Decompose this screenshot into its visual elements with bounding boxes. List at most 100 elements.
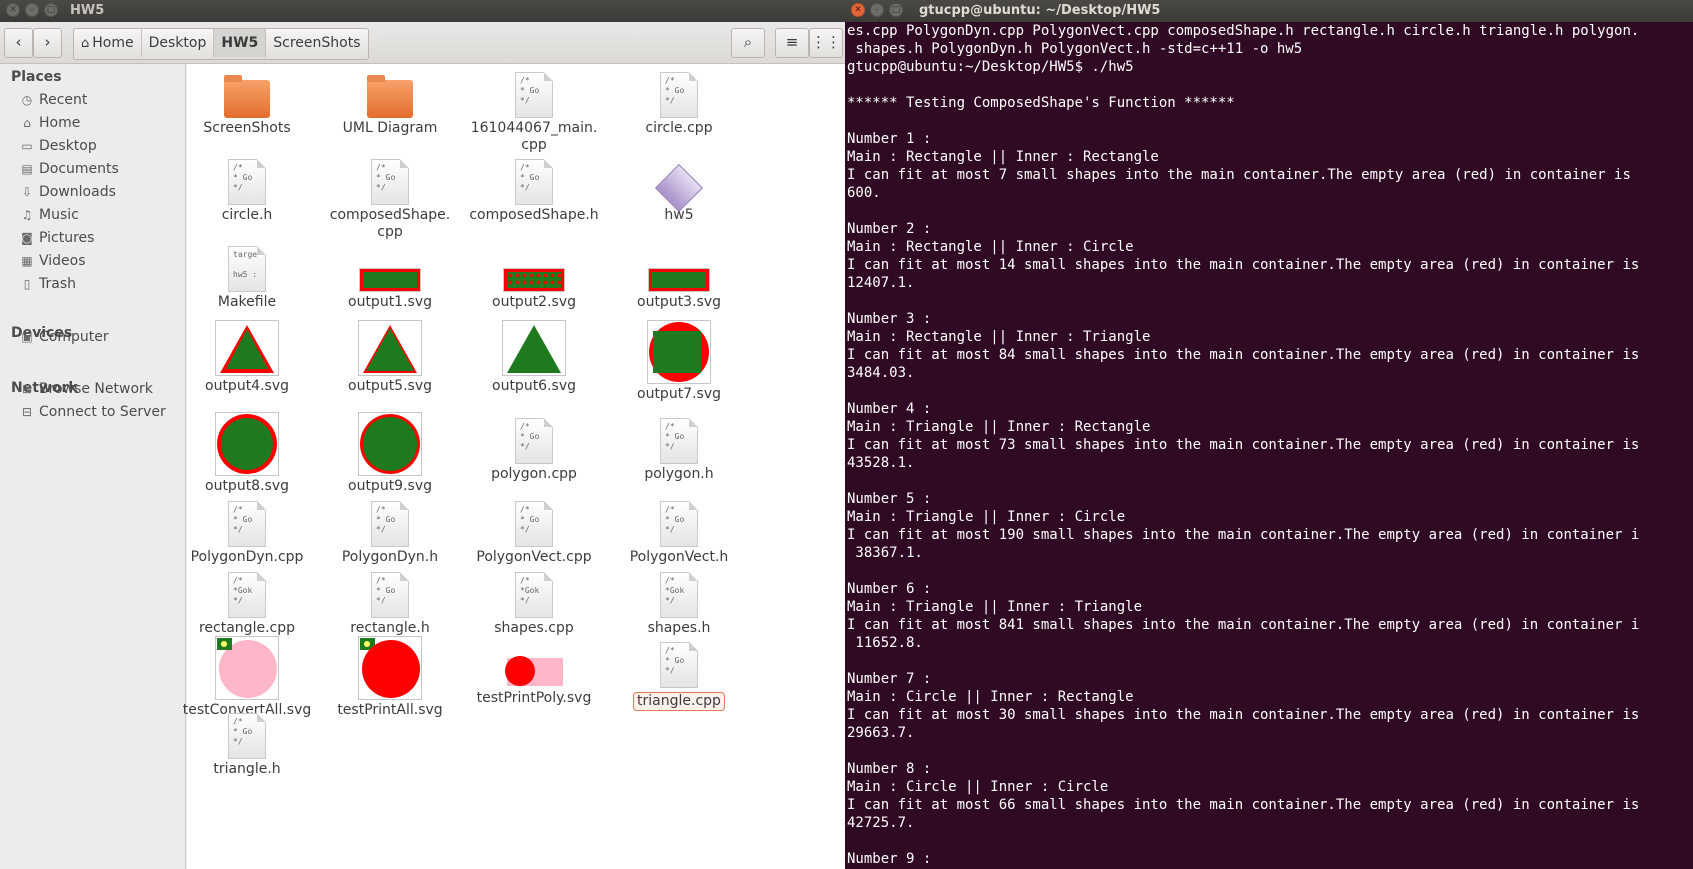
- list-view-button[interactable]: ≡: [775, 28, 809, 58]
- sidebar-item-label: Browse Network: [39, 381, 153, 397]
- file-item-circle-h[interactable]: /* * Go */ circle.h: [172, 153, 322, 224]
- file-item-composedshape-h[interactable]: /* * Go */ composedShape.h: [459, 153, 609, 224]
- file-item-screenshots[interactable]: ScreenShots: [172, 66, 322, 137]
- terminal-line: Number 1 :: [847, 131, 932, 147]
- sidebar-item-connect-to-server[interactable]: ⊟ Connect to Server: [20, 402, 166, 422]
- file-item-composedshape-cpp[interactable]: /* * Go */composedShape. cpp: [315, 153, 465, 241]
- breadcrumb-hw5[interactable]: HW5: [214, 29, 267, 57]
- text-file-icon: /* *Gok */: [228, 572, 266, 618]
- file-item-output6-svg[interactable]: output6.svg: [459, 320, 609, 395]
- file-item-testprintall-svg[interactable]: testPrintAll.svg: [315, 636, 465, 719]
- terminal-line: I can fit at most 190 small shapes into …: [847, 527, 1640, 543]
- minimize-window-button[interactable]: –: [25, 3, 39, 17]
- text-file-icon: /* * Go */: [660, 418, 698, 464]
- search-button[interactable]: ⌕: [731, 28, 765, 58]
- sidebar-item-videos[interactable]: ▦ Videos: [20, 251, 85, 271]
- file-item-polygondyn-h[interactable]: /* * Go */ PolygonDyn.h: [315, 495, 465, 566]
- file-icon-wrap: [315, 66, 465, 118]
- close-window-button[interactable]: ✕: [851, 3, 865, 17]
- sidebar-item-computer[interactable]: ▣ Computer: [20, 327, 108, 347]
- file-item-shapes-h[interactable]: /* *Gok */ shapes.h: [604, 566, 754, 637]
- terminal-line: Number 5 :: [847, 491, 932, 507]
- folder-icon: [224, 75, 270, 118]
- minimize-window-button[interactable]: –: [870, 3, 884, 17]
- sidebar-item-browse-network[interactable]: ⊞ Browse Network: [20, 379, 153, 399]
- file-name: circle.h: [221, 207, 273, 223]
- folder-icon: [367, 75, 413, 118]
- breadcrumb-screenshots[interactable]: ScreenShots: [266, 29, 367, 57]
- breadcrumb-home[interactable]: ⌂ Home: [74, 29, 142, 57]
- terminal-line: Main : Rectangle || Inner : Circle: [847, 239, 1134, 255]
- breadcrumb-desktop[interactable]: Desktop: [142, 29, 215, 57]
- places-heading: Places: [11, 69, 62, 85]
- grid-view-button[interactable]: ⋮⋮: [809, 28, 843, 58]
- file-icon-wrap: /* * Go */: [604, 636, 754, 688]
- file-name-container: polygon.cpp: [459, 466, 609, 483]
- sidebar-item-desktop[interactable]: ▭ Desktop: [20, 136, 97, 156]
- file-item-output8-svg[interactable]: output8.svg: [172, 412, 322, 495]
- file-item-rectangle-h[interactable]: /* * Go */ rectangle.h: [315, 566, 465, 637]
- back-button[interactable]: ‹: [4, 28, 33, 58]
- file-item-uml-diagram[interactable]: UML Diagram: [315, 66, 465, 137]
- file-item-output3-svg[interactable]: output3.svg: [604, 240, 754, 311]
- file-item-rectangle-cpp[interactable]: /* *Gok */ rectangle.cpp: [172, 566, 322, 637]
- terminal-line: Number 2 :: [847, 221, 932, 237]
- file-icon-wrap: /* * Go */: [459, 153, 609, 205]
- file-name-container: UML Diagram: [315, 120, 465, 137]
- sidebar-item-label: Music: [39, 207, 79, 223]
- file-item-output9-svg[interactable]: output9.svg: [315, 412, 465, 495]
- sidebar-item-pictures[interactable]: ◙ Pictures: [20, 228, 94, 248]
- sidebar-item-music[interactable]: ♫ Music: [20, 205, 79, 225]
- text-file-icon: /* * Go */: [660, 642, 698, 688]
- file-item-shapes-cpp[interactable]: /* *Gok */shapes.cpp: [459, 566, 609, 637]
- close-window-button[interactable]: ✕: [6, 3, 20, 17]
- file-item-polygon-h[interactable]: /* * Go */ polygon.h: [604, 412, 754, 483]
- file-name: UML Diagram: [342, 120, 438, 136]
- file-item-triangle-h[interactable]: /* * Go */ triangle.h: [172, 707, 322, 778]
- file-name-container: output8.svg: [172, 478, 322, 495]
- sidebar-item-label: Desktop: [39, 138, 97, 154]
- sidebar-item-label: Pictures: [39, 230, 95, 246]
- terminal-line: Number 9 :: [847, 851, 932, 867]
- svg-thumbnail-icon: [215, 412, 279, 476]
- home-icon: ⌂: [23, 116, 31, 130]
- file-item-polygon-cpp[interactable]: /* * Go */ polygon.cpp: [459, 412, 609, 483]
- network-icon: ⊞: [21, 382, 33, 396]
- file-item-output1-svg[interactable]: output1.svg: [315, 240, 465, 311]
- file-item-triangle-cpp[interactable]: /* * Go */ triangle.cpp: [604, 636, 754, 711]
- file-item-makefile[interactable]: targe hw5 : Makefile: [172, 240, 322, 311]
- file-icon-wrap: /* * Go */: [604, 495, 754, 547]
- file-name: polygon.h: [644, 466, 714, 482]
- terminal-line: 42725.7.: [847, 815, 915, 831]
- terminal-output[interactable]: es.cpp PolygonDyn.cpp PolygonVect.cpp co…: [847, 22, 1693, 868]
- sidebar-item-downloads[interactable]: ⇩ Downloads: [20, 182, 116, 202]
- chevron-right-icon: ›: [44, 33, 51, 51]
- file-item-hw5[interactable]: hw5: [604, 153, 754, 224]
- file-item-polygonvect-h[interactable]: /* * Go */ PolygonVect.h: [604, 495, 754, 566]
- file-item-output2-svg[interactable]: output2.svg: [459, 240, 609, 311]
- file-item-output7-svg[interactable]: output7.svg: [604, 320, 754, 403]
- sidebar-item-home[interactable]: ⌂ Home: [20, 113, 80, 133]
- file-item-output5-svg[interactable]: output5.svg: [315, 320, 465, 395]
- sidebar-item-documents[interactable]: ▤ Documents: [20, 159, 119, 179]
- sidebar-item-recent[interactable]: ◷ Recent: [20, 90, 88, 110]
- file-item-polygondyn-cpp[interactable]: /* * Go */ PolygonDyn.cpp: [172, 495, 322, 566]
- sidebar-item-trash[interactable]: ▯ Trash: [20, 274, 76, 294]
- forward-button[interactable]: ›: [33, 28, 62, 58]
- maximize-window-button[interactable]: □: [44, 3, 58, 17]
- terminal-line: I can fit at most 66 small shapes into t…: [847, 797, 1640, 813]
- file-item-polygonvect-cpp[interactable]: /* * Go */ PolygonVect.cpp: [459, 495, 609, 566]
- file-item-circle-cpp[interactable]: /* * Go */ circle.cpp: [604, 66, 754, 137]
- file-name: triangle.h: [213, 761, 281, 777]
- file-item-output4-svg[interactable]: output4.svg: [172, 320, 322, 395]
- file-name-container: PolygonVect.h: [604, 549, 754, 566]
- maximize-window-button[interactable]: □: [889, 3, 903, 17]
- file-item-testprintpoly-svg[interactable]: testPrintPoly.svg: [459, 636, 609, 707]
- file-name: shapes.h: [647, 620, 711, 636]
- file-item-161044067-main-cpp[interactable]: /* * Go */161044067_main. cpp: [459, 66, 609, 154]
